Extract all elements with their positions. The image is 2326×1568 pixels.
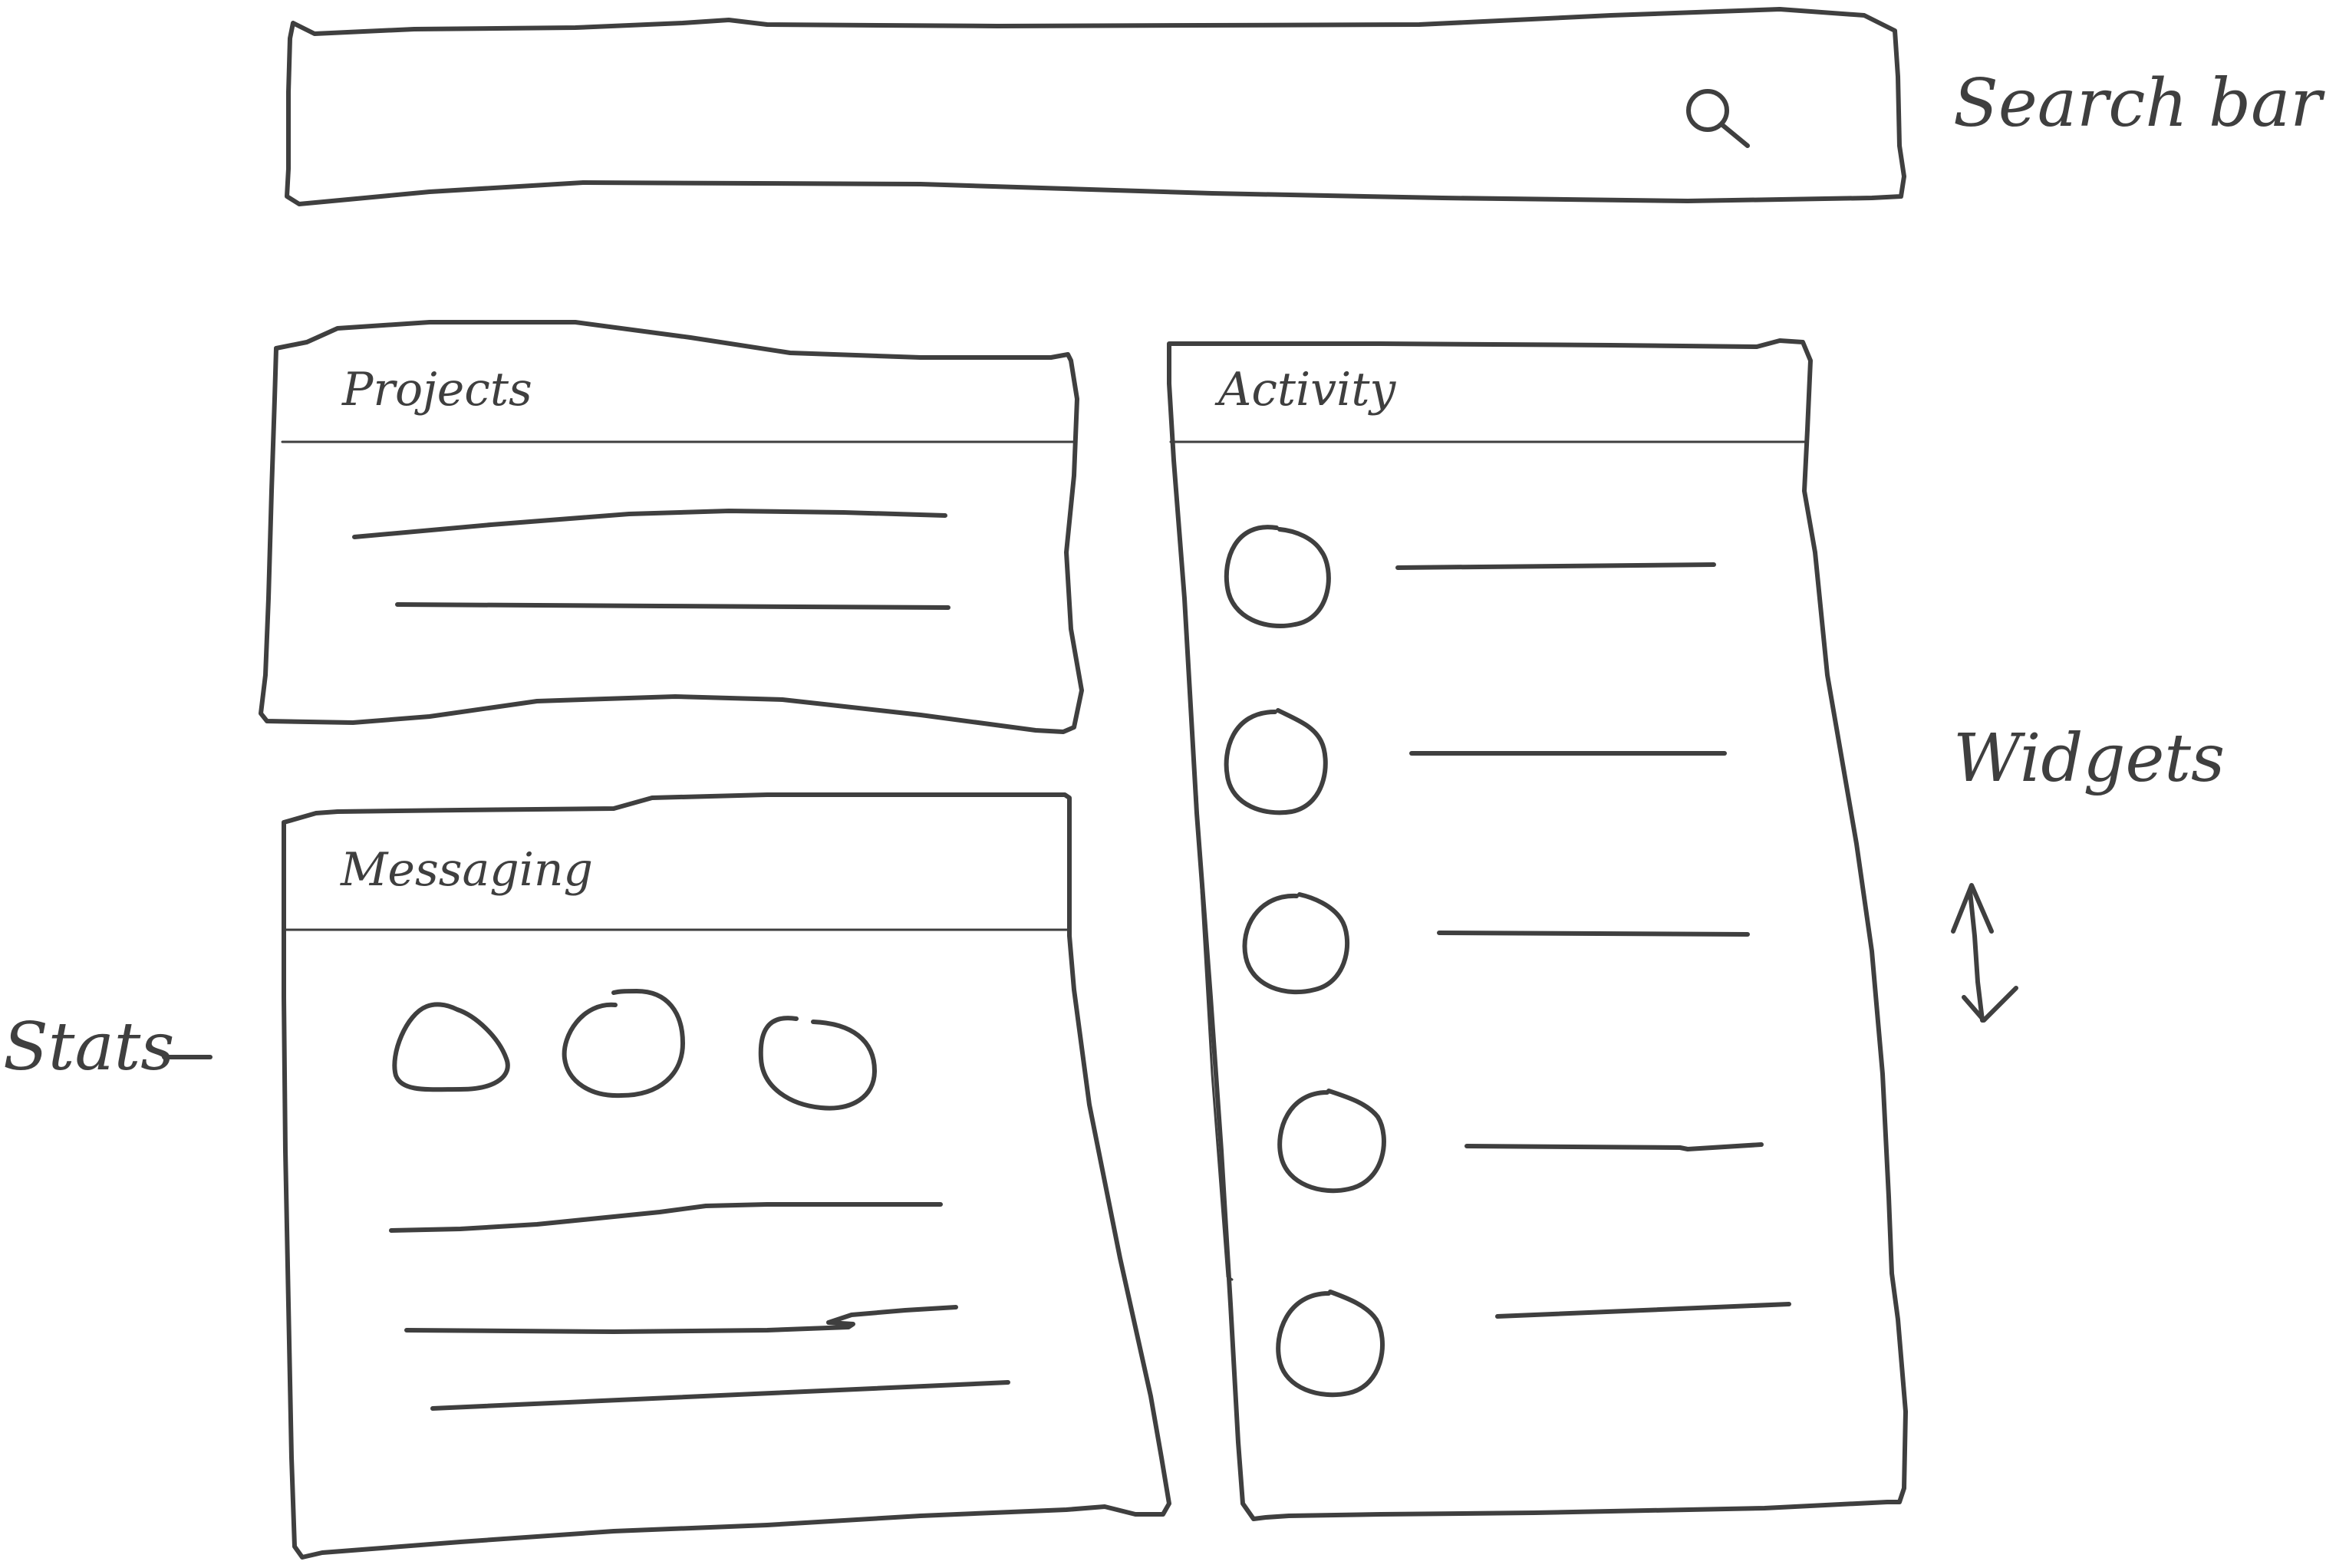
stats-row [392,989,877,1111]
projects-widget-title: Projects [342,363,532,417]
stat-circle [758,1016,877,1111]
activity-avatar-circle [1224,525,1331,628]
activity-placeholder-line [1495,1302,1791,1319]
activity-avatar-circle [1224,708,1328,815]
search-bar-annotation: Search bar [1953,65,2322,142]
projects-placeholder-line [395,602,950,610]
stats-annotation: Stats [3,1009,175,1085]
activity-avatar-circle [1277,1089,1386,1194]
double-arrow-icon [1951,883,2018,1023]
projects-placeholder-line [352,509,947,539]
search-bar-outline[interactable] [285,7,1906,206]
widgets-annotation: Widgets [1953,720,2226,797]
search-icon[interactable] [1686,89,1750,148]
messaging-widget [282,792,1171,1560]
messaging-placeholder-line [389,1202,943,1233]
messaging-placeholder-line [404,1305,958,1334]
search-bar[interactable] [285,7,1906,206]
stat-circle [392,1002,510,1092]
stat-circle [562,989,685,1099]
messaging-placeholder-line [430,1380,1010,1411]
activity-widget [1167,338,1908,1521]
activity-avatar-circle [1242,892,1350,994]
activity-placeholder-line [1395,562,1716,570]
messaging-widget-title: Messaging [341,843,593,897]
activity-placeholder-line [1464,1142,1764,1151]
activity-avatar-circle [1276,1290,1385,1398]
activity-widget-title: Activity [1218,363,1396,417]
messaging-widget-frame [282,792,1171,1560]
activity-placeholder-line [1437,931,1750,937]
